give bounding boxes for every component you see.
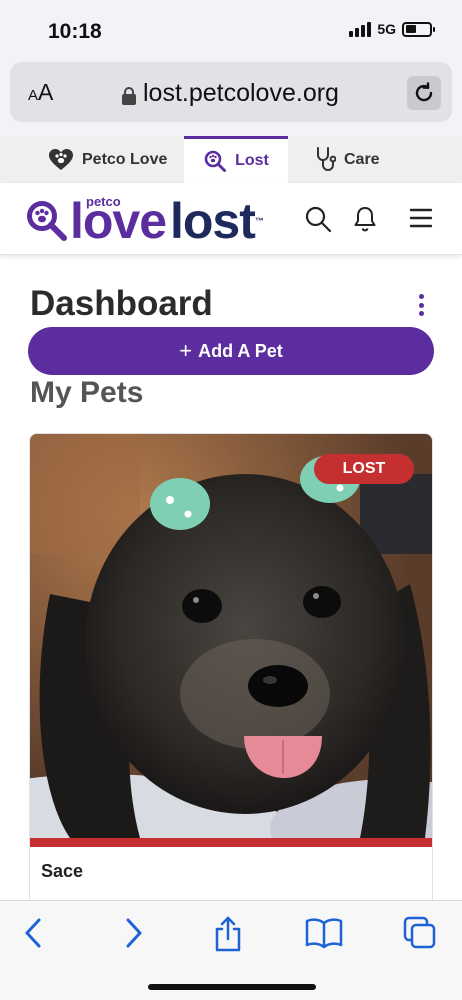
browser-address-area: AA lost.petcolove.org: [0, 58, 462, 136]
tab-lost[interactable]: Lost: [184, 136, 288, 183]
status-time: 10:18: [48, 20, 102, 43]
text-size-button[interactable]: AA: [28, 79, 53, 106]
back-icon[interactable]: [22, 915, 44, 951]
battery-icon: [402, 21, 435, 37]
home-indicator: [148, 984, 316, 990]
network-type: 5G: [377, 21, 396, 37]
tabs-icon[interactable]: [402, 915, 438, 951]
trademark: ™: [254, 216, 264, 226]
more-options-icon[interactable]: [416, 294, 426, 316]
forward-icon[interactable]: [123, 915, 145, 951]
tab-label: Lost: [235, 152, 269, 169]
address-bar[interactable]: AA lost.petcolove.org: [10, 62, 452, 122]
plus-icon: +: [179, 338, 193, 363]
lock-icon: [122, 87, 136, 105]
logo-magnifier-icon: [27, 201, 67, 241]
tab-label: Care: [344, 150, 380, 168]
reload-icon[interactable]: [407, 76, 441, 110]
logo-love-text: love: [70, 193, 167, 249]
battery-level: [405, 25, 416, 33]
lost-status-badge: LOST: [314, 454, 414, 484]
bookmarks-icon[interactable]: [304, 915, 344, 951]
tab-label: Petco Love: [82, 150, 168, 168]
tab-petco-love[interactable]: Petco Love: [48, 136, 167, 183]
section-title: My Pets: [30, 376, 144, 409]
signal-icon: [349, 21, 372, 37]
site-header: petco love lost™: [0, 183, 462, 255]
pet-name: Sace: [41, 861, 84, 881]
share-icon[interactable]: [212, 915, 244, 953]
magnifier-paw-icon: [204, 150, 227, 172]
heart-paw-icon: [49, 148, 73, 170]
status-indicators: 5G: [349, 21, 435, 37]
status-bar: 10:18 5G: [0, 0, 462, 58]
add-pet-button[interactable]: + Add A Pet: [28, 327, 434, 375]
tab-care[interactable]: Care: [314, 136, 380, 183]
hamburger-menu-icon[interactable]: [409, 208, 433, 228]
stethoscope-icon: [317, 146, 336, 171]
pet-photo[interactable]: [30, 434, 433, 838]
logo-lost-text: lost™: [170, 193, 264, 249]
status-stripe: [30, 838, 432, 847]
url-text[interactable]: lost.petcolove.org: [143, 79, 339, 108]
pet-card[interactable]: LOST Sace: [29, 433, 433, 913]
site-tabs: Petco Love Lost Care: [0, 136, 462, 183]
page-title: Dashboard: [30, 284, 213, 323]
search-icon[interactable]: [304, 205, 332, 233]
bell-icon[interactable]: [353, 205, 377, 233]
add-pet-label: Add A Pet: [198, 340, 283, 361]
